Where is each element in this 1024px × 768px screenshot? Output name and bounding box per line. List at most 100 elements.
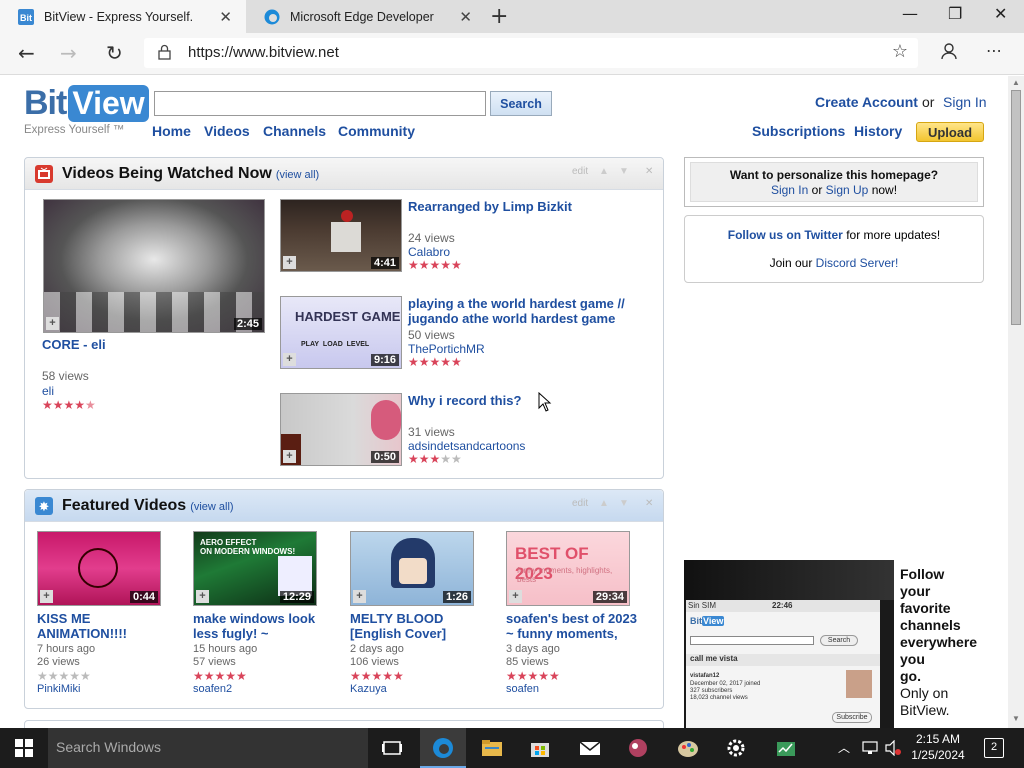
sign-in-link[interactable]: Sign In: [943, 94, 987, 110]
bitview-logo[interactable]: Bit View Express Yourself ™: [24, 84, 149, 136]
twitter-link[interactable]: Follow us on Twitter: [728, 228, 843, 242]
video-title[interactable]: playing a the world hardest game // juga…: [408, 296, 638, 326]
mobile-ad-banner[interactable]: Sin SIM 22:46 BitView Search call me vis…: [684, 560, 984, 728]
game-app-icon[interactable]: [626, 736, 650, 760]
minimize-icon[interactable]: —: [902, 4, 918, 23]
video-thumbnail-kiss-me[interactable]: + 0:44: [37, 531, 161, 606]
move-up-icon[interactable]: ▲: [599, 498, 609, 509]
discord-link[interactable]: Discord Server!: [816, 256, 899, 270]
close-panel-icon[interactable]: ✕: [645, 498, 653, 509]
video-thumbnail-melty-blood[interactable]: + 1:26: [350, 531, 474, 606]
address-bar[interactable]: https://www.bitview.net ☆: [144, 38, 918, 68]
tab-edge-developer[interactable]: Microsoft Edge Developer ✕: [246, 0, 486, 33]
video-user[interactable]: adsindetsandcartoons: [408, 439, 525, 453]
video-title[interactable]: make windows look less fugly! ~: [193, 611, 328, 641]
view-all-link[interactable]: (view all): [276, 169, 319, 181]
more-menu-icon[interactable]: ⋯: [986, 41, 1002, 60]
video-views: 85 views: [506, 656, 549, 668]
video-thumbnail-why-i-record[interactable]: + 0:50: [280, 393, 402, 466]
logo-view: View: [68, 85, 149, 122]
store-icon[interactable]: [528, 736, 552, 760]
video-user[interactable]: Kazuya: [350, 683, 387, 695]
move-down-icon[interactable]: ▼: [619, 498, 629, 509]
ad-line: Follow: [900, 566, 945, 582]
network-icon[interactable]: [862, 740, 880, 756]
video-title[interactable]: CORE - eli: [42, 337, 106, 352]
nav-home[interactable]: Home: [152, 123, 191, 139]
video-thumbnail-hardest-game[interactable]: HARDEST GAME PLAY LOAD LEVEL + 9:16: [280, 296, 402, 369]
video-user[interactable]: ThePortichMR: [408, 342, 485, 356]
upload-button[interactable]: Upload: [916, 122, 984, 142]
refresh-icon[interactable]: ↻: [106, 41, 123, 65]
task-manager-icon[interactable]: [774, 736, 798, 760]
nav-channels[interactable]: Channels: [263, 123, 326, 139]
video-title[interactable]: MELTY BLOOD [English Cover]: [350, 611, 485, 641]
video-user[interactable]: soafen2: [193, 683, 232, 695]
close-window-icon[interactable]: ✕: [994, 4, 1007, 23]
paint-icon[interactable]: [676, 736, 700, 760]
edit-link[interactable]: edit: [572, 166, 588, 177]
add-to-playlist-icon[interactable]: +: [196, 590, 209, 603]
page-scrollbar[interactable]: ▲ ▼: [1008, 76, 1024, 728]
task-view-icon[interactable]: [380, 736, 404, 760]
video-title[interactable]: Why i record this?: [408, 393, 521, 408]
close-panel-icon[interactable]: ✕: [645, 166, 653, 177]
edit-link[interactable]: edit: [572, 498, 588, 509]
close-tab-icon[interactable]: ✕: [459, 8, 472, 26]
tab-bitview[interactable]: Bit BitView - Express Yourself. ✕: [0, 0, 246, 33]
sidebar-sign-in-link[interactable]: Sign In: [771, 183, 808, 197]
video-thumbnail-core[interactable]: + 2:45: [43, 199, 265, 333]
subscriptions-link[interactable]: Subscriptions: [752, 123, 845, 139]
video-title[interactable]: soafen's best of 2023 ~ funny moments,: [506, 611, 646, 641]
start-button[interactable]: [0, 728, 48, 768]
add-to-playlist-icon[interactable]: +: [283, 256, 296, 269]
forward-icon[interactable]: →: [60, 41, 77, 65]
edge-icon[interactable]: [431, 736, 455, 760]
add-to-playlist-icon[interactable]: +: [46, 317, 59, 330]
show-hidden-icons[interactable]: ︿: [838, 739, 850, 756]
video-user[interactable]: Calabro: [408, 245, 450, 259]
volume-muted-icon[interactable]: [884, 740, 902, 756]
search-input[interactable]: [154, 91, 486, 116]
restore-icon[interactable]: ❐: [948, 4, 962, 23]
back-icon[interactable]: ←: [18, 41, 35, 65]
video-thumbnail-best-of-2023[interactable]: BEST OF 2023 funny moments, highlights, …: [506, 531, 630, 606]
video-user[interactable]: eli: [42, 384, 54, 398]
move-down-icon[interactable]: ▼: [619, 166, 629, 177]
ad-line: go.: [900, 668, 921, 684]
video-thumbnail-windows-fugly[interactable]: AERO EFFECT ON MODERN WINDOWS! + 12:29: [193, 531, 317, 606]
view-all-link[interactable]: (view all): [190, 501, 233, 513]
sidebar-sign-up-link[interactable]: Sign Up: [826, 183, 869, 197]
profile-icon[interactable]: [940, 41, 958, 65]
add-to-playlist-icon[interactable]: +: [283, 353, 296, 366]
create-account-link[interactable]: Create Account: [815, 94, 918, 110]
video-user[interactable]: soafen: [506, 683, 539, 695]
scroll-down-icon[interactable]: ▼: [1012, 714, 1020, 723]
ad-text: Follow your favorite channels everywhere…: [900, 566, 977, 719]
add-to-playlist-icon[interactable]: +: [353, 590, 366, 603]
nav-community[interactable]: Community: [338, 123, 415, 139]
new-tab-icon[interactable]: +: [490, 4, 508, 29]
add-to-playlist-icon[interactable]: +: [283, 450, 296, 463]
phone-detail: 18,023 channel views: [690, 695, 748, 701]
notifications-icon[interactable]: 2: [984, 738, 1004, 758]
history-link[interactable]: History: [854, 123, 902, 139]
video-title[interactable]: KISS ME ANIMATION!!!!: [37, 611, 172, 641]
file-explorer-icon[interactable]: [480, 736, 504, 760]
favorite-star-icon[interactable]: ☆: [892, 41, 908, 62]
video-thumbnail-rearranged[interactable]: + 4:41: [280, 199, 402, 272]
search-button[interactable]: Search: [490, 91, 552, 116]
video-title[interactable]: Rearranged by Limp Bizkit: [408, 199, 638, 214]
system-clock[interactable]: 2:15 AM 1/25/2024: [908, 731, 968, 763]
add-to-playlist-icon[interactable]: +: [40, 590, 53, 603]
taskbar-search-input[interactable]: Search Windows: [48, 728, 368, 768]
close-tab-icon[interactable]: ✕: [219, 8, 232, 26]
scrollbar-thumb[interactable]: [1011, 90, 1021, 325]
nav-videos[interactable]: Videos: [204, 123, 250, 139]
settings-gear-icon[interactable]: [724, 736, 748, 760]
mail-icon[interactable]: [578, 736, 602, 760]
video-user[interactable]: PinkiMiki: [37, 683, 80, 695]
move-up-icon[interactable]: ▲: [599, 166, 609, 177]
add-to-playlist-icon[interactable]: +: [509, 590, 522, 603]
scroll-up-icon[interactable]: ▲: [1012, 78, 1020, 87]
